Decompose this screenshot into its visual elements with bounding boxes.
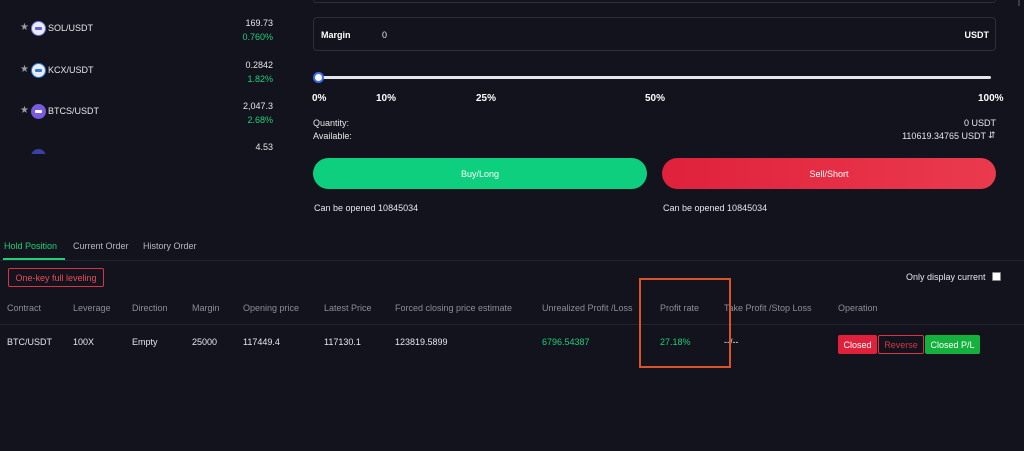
th-direction: Direction bbox=[132, 303, 168, 313]
one-key-full-leveling-button[interactable]: One-key full leveling bbox=[8, 268, 104, 287]
tab-history-order[interactable]: History Order bbox=[143, 241, 197, 251]
cell-unrealized-pl: 6796.54387 bbox=[542, 337, 590, 347]
sol-coin-icon bbox=[31, 21, 46, 36]
th-tp-sl: Take Profit /Stop Loss bbox=[724, 303, 812, 313]
profit-rate-highlight-box bbox=[639, 278, 731, 368]
scroll-edge bbox=[1018, 0, 1020, 6]
cell-contract: BTC/USDT bbox=[7, 337, 52, 347]
cell-direction: Empty bbox=[132, 337, 158, 347]
market-row-btcs[interactable]: ★ BTCS/USDT 2,047.3 2.68% bbox=[0, 101, 300, 141]
margin-label: Margin bbox=[321, 30, 351, 40]
slider-tick-25[interactable]: 25% bbox=[476, 93, 496, 104]
header-divider bbox=[0, 324, 1024, 325]
market-row-sol[interactable]: ★ SOL/USDT 169.73 0.760% bbox=[0, 18, 300, 58]
th-contract: Contract bbox=[7, 303, 42, 313]
slider-tick-0[interactable]: 0% bbox=[312, 93, 326, 104]
market-price: 4.53 bbox=[255, 142, 273, 152]
margin-input-box[interactable]: Margin USDT bbox=[313, 17, 996, 51]
closed-button[interactable]: Closed bbox=[838, 335, 877, 354]
sell-can-open-text: Can be opened 10845034 bbox=[663, 203, 768, 213]
market-price: 0.2842 bbox=[245, 60, 273, 70]
market-row-kcx[interactable]: ★ KCX/USDT 0.2842 1.82% bbox=[0, 60, 300, 100]
th-latest-price: Latest Price bbox=[324, 303, 372, 313]
market-change: 2.68% bbox=[247, 115, 273, 125]
market-pair: BTCS/USDT bbox=[48, 106, 100, 116]
margin-unit: USDT bbox=[964, 30, 990, 40]
slider-tick-50[interactable]: 50% bbox=[645, 93, 665, 104]
th-leverage: Leverage bbox=[73, 303, 111, 313]
cell-latest-price: 117130.1 bbox=[324, 337, 361, 347]
market-change: 1.82% bbox=[247, 74, 273, 84]
th-margin: Margin bbox=[192, 303, 220, 313]
quantity-value: 0 USDT bbox=[963, 118, 996, 128]
star-icon[interactable]: ★ bbox=[20, 22, 29, 33]
th-opening-price: Opening price bbox=[243, 303, 300, 313]
tab-divider bbox=[0, 260, 1024, 261]
cell-opening-price: 117449.4 bbox=[243, 337, 280, 347]
cell-margin: 25000 bbox=[192, 337, 218, 347]
available-value: 110619.34765 USDT bbox=[902, 131, 986, 141]
th-forced-closing: Forced closing price estimate bbox=[395, 303, 513, 313]
kcx-coin-icon bbox=[31, 63, 46, 78]
available-label: Available: bbox=[313, 131, 352, 141]
cell-forced-closing: 123819.5899 bbox=[395, 337, 448, 347]
buy-long-button[interactable]: Buy/Long bbox=[313, 158, 647, 189]
only-display-current-checkbox[interactable] bbox=[992, 272, 1001, 281]
top-input-box-edge bbox=[313, 0, 996, 3]
tab-current-order[interactable]: Current Order bbox=[73, 241, 129, 251]
star-icon[interactable]: ★ bbox=[20, 105, 29, 116]
sell-short-button[interactable]: Sell/Short bbox=[662, 158, 996, 189]
market-pair: SOL/USDT bbox=[48, 23, 94, 33]
slider-tick-10[interactable]: 10% bbox=[376, 93, 396, 104]
market-change: 0.760% bbox=[242, 32, 273, 42]
margin-input[interactable] bbox=[382, 27, 902, 43]
margin-slider-track[interactable] bbox=[318, 76, 991, 79]
transfer-icon[interactable]: ⇵ bbox=[988, 130, 996, 141]
th-operation: Operation bbox=[838, 303, 878, 313]
buy-can-open-text: Can be opened 10845034 bbox=[314, 203, 419, 213]
star-icon[interactable]: ★ bbox=[20, 64, 29, 75]
coin-icon bbox=[31, 149, 46, 154]
tab-hold-position[interactable]: Hold Position bbox=[4, 241, 57, 251]
only-display-current-label: Only display current bbox=[906, 272, 986, 282]
quantity-label: Quantity: bbox=[313, 118, 350, 128]
market-pair: KCX/USDT bbox=[48, 65, 94, 75]
market-price: 2,047.3 bbox=[242, 101, 273, 111]
market-price: 169.73 bbox=[245, 18, 273, 28]
th-unrealized-pl: Unrealized Profit /Loss bbox=[542, 303, 633, 313]
market-row-partial[interactable]: 4.53 bbox=[0, 142, 300, 154]
slider-tick-100[interactable]: 100% bbox=[978, 93, 1004, 104]
btcs-coin-icon bbox=[31, 104, 46, 119]
closed-pl-button[interactable]: Closed P/L bbox=[925, 335, 980, 354]
margin-slider-handle[interactable] bbox=[313, 72, 324, 83]
cell-leverage: 100X bbox=[73, 337, 95, 347]
reverse-button[interactable]: Reverse bbox=[878, 335, 924, 354]
